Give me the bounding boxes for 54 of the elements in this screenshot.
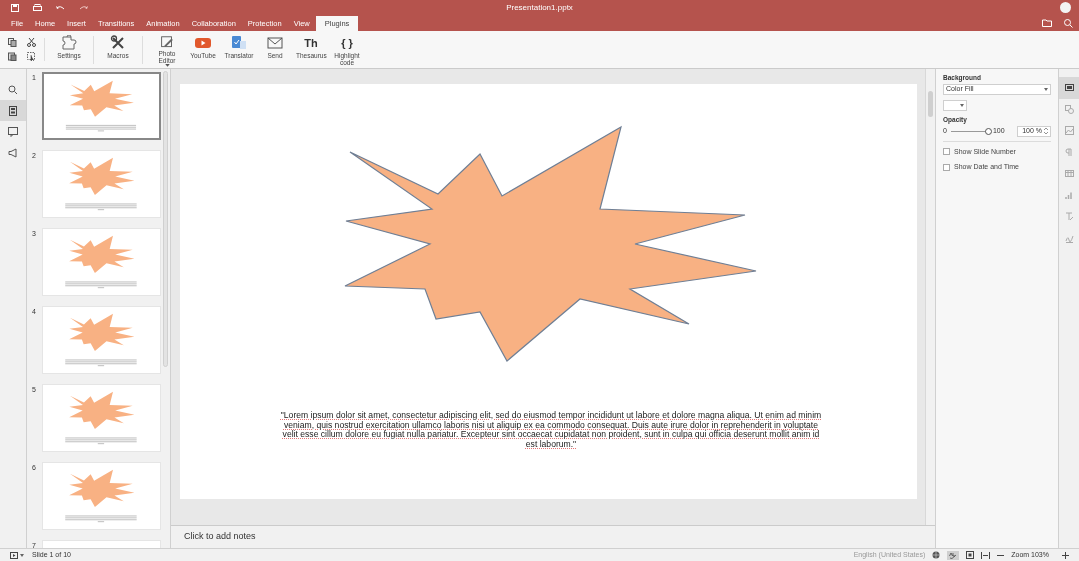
slide-text[interactable]: "Lorem ipsum dolor sit amet, consectetur adipiscing elit, sed do eiusmod tempor incididunt ut labore et dolore magna aliqua. Ut enim ad minim veniam, quis nostrud exercitation ullamco laboris nisi ut aliquip ex ea commodo consequat. Duis aute irure dolor in reprehenderit in voluptate velit esse cillum dolore eu fugiat nulla pariatur. Excepteur sint occaecat cupidatat non proident, sunt in culpa qui officia deserunt mollit anim id est laborum." <box>276 411 826 450</box>
notes-placeholder: Click to add notes <box>184 530 256 544</box>
slides-icon <box>8 105 18 116</box>
play-slideshow-icon[interactable] <box>10 551 18 559</box>
copy-icon[interactable] <box>8 38 17 47</box>
globe-icon[interactable] <box>932 551 941 559</box>
window-title: Presentation1.pptx <box>506 1 573 14</box>
folder-icon[interactable] <box>1042 19 1052 27</box>
text-art-icon <box>1064 212 1074 222</box>
spellcheck-toggle[interactable] <box>947 550 960 560</box>
sidebar-tab[interactable] <box>0 100 26 121</box>
caret-icon <box>960 103 964 107</box>
zoom-in-icon[interactable] <box>1062 551 1069 559</box>
color-picker[interactable] <box>943 99 967 111</box>
envelope-icon <box>267 34 283 51</box>
sidebar-tab[interactable] <box>1059 77 1079 99</box>
caret-icon <box>1044 87 1048 91</box>
fit-width-icon[interactable] <box>981 551 991 559</box>
slider-thumb[interactable] <box>985 127 993 135</box>
spinner-icon <box>1044 127 1048 135</box>
save-icon[interactable] <box>11 3 19 12</box>
redo-icon[interactable] <box>79 4 88 11</box>
thesaurus-glyph: Th <box>304 35 318 51</box>
scrollbar[interactable] <box>925 69 935 525</box>
star-shape[interactable] <box>344 125 757 362</box>
scrollbar[interactable] <box>163 71 168 367</box>
slide-settings-icon <box>1064 83 1074 93</box>
paste-icon[interactable] <box>8 52 17 61</box>
select-icon[interactable] <box>27 52 36 61</box>
search-icon <box>8 84 18 95</box>
slide-thumbnail[interactable] <box>42 72 161 140</box>
tools-icon <box>110 34 126 51</box>
megaphone-icon <box>8 147 18 158</box>
user-avatar[interactable] <box>1060 2 1071 13</box>
image-icon <box>1064 126 1074 136</box>
comment-icon <box>8 126 18 137</box>
puzzle-icon <box>61 34 77 51</box>
scissors-icon[interactable] <box>27 38 36 47</box>
search-icon[interactable] <box>1064 18 1073 28</box>
table-icon <box>1064 169 1074 179</box>
caret-icon <box>20 553 24 557</box>
spellcheck-icon <box>949 551 958 559</box>
checkbox[interactable] <box>943 148 950 156</box>
photo-edit-icon <box>159 34 175 49</box>
signature-icon <box>1064 233 1074 243</box>
shapes-icon <box>1064 104 1074 114</box>
checkbox[interactable] <box>943 163 950 171</box>
undo-icon[interactable] <box>56 4 65 11</box>
chart-icon <box>1064 190 1074 200</box>
fit-slide-icon[interactable] <box>966 551 975 559</box>
translate-icon <box>231 34 247 51</box>
print-icon[interactable] <box>33 3 42 12</box>
braces-glyph: { } <box>341 35 353 51</box>
paragraph-icon <box>1064 147 1074 157</box>
